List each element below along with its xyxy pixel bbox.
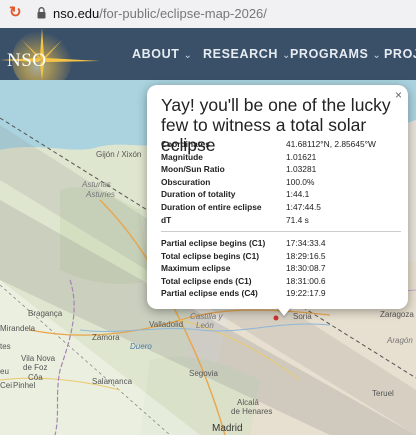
- place-label: Mirandela: [0, 324, 36, 333]
- region-label: Asturies: [86, 190, 115, 199]
- detail-label: Coordinates: [161, 139, 210, 149]
- nav-research[interactable]: RESEARCH ⌄: [203, 47, 291, 61]
- site-header: NSO ABOUT⌄ RESEARCH⌄ PROGRAMS⌄ PROJE: [0, 28, 416, 90]
- eclipse-info-popup: × Yay! you'll be one of the lucky few to…: [147, 85, 408, 309]
- detail-row: Duration of totality 1:44.1: [161, 189, 401, 202]
- popup-pointer: [276, 306, 292, 316]
- detail-value: 41.68112°N, 2.85645°W: [286, 139, 376, 149]
- detail-row: dT 71.4 s: [161, 215, 401, 228]
- time-row: Maximum eclipse 18:30:08.7: [161, 263, 401, 276]
- detail-row: Moon/Sun Ratio 1.03281: [161, 164, 401, 177]
- divider: [161, 231, 401, 232]
- place-label: Segovia: [189, 369, 218, 378]
- nso-logo[interactable]: NSO: [0, 28, 104, 90]
- time-value: 18:29:16.5: [286, 250, 326, 261]
- detail-value: 100.0%: [286, 176, 315, 187]
- detail-row: Coordinates 41.68112°N, 2.85645°W: [161, 139, 401, 152]
- place-label: Vila Nova: [21, 354, 56, 363]
- region-label: Castilla y: [190, 312, 223, 321]
- detail-row: Magnitude 1.01621: [161, 152, 401, 165]
- place-label: Valladolid: [149, 320, 184, 329]
- time-label: Total eclipse ends (C1): [161, 275, 252, 286]
- detail-value: 1.01621: [286, 151, 317, 162]
- place-label: tes: [0, 342, 11, 351]
- url-path: /for-public/eclipse-map-2026/: [99, 6, 267, 21]
- detail-label: dT: [161, 214, 172, 225]
- detail-value: 1:47:44.5: [286, 201, 321, 212]
- chevron-down-icon: ⌄: [183, 50, 193, 61]
- eclipse-details: Coordinates 41.68112°N, 2.85645°W Magnitu…: [161, 139, 401, 227]
- nav-projects[interactable]: PROJE: [384, 47, 416, 61]
- time-value: 18:31:00.6: [286, 275, 326, 286]
- place-label: Alcalá: [237, 398, 259, 407]
- time-row: Total eclipse begins (C1) 18:29:16.5: [161, 251, 401, 264]
- detail-label: Obscuration: [161, 176, 211, 187]
- place-label: eu: [0, 367, 9, 376]
- logo-text: NSO: [7, 50, 47, 71]
- lock-icon: [37, 7, 46, 19]
- time-label: Total eclipse begins (C1): [161, 250, 260, 261]
- place-label: Pinhel: [13, 381, 36, 390]
- place-label: de Foz: [23, 363, 48, 372]
- time-value: 19:22:17.9: [286, 288, 326, 299]
- nav-about-label: ABOUT: [132, 47, 180, 61]
- place-label: Zamora: [92, 333, 120, 342]
- time-label: Partial eclipse ends (C4): [161, 288, 258, 299]
- address-text[interactable]: nso.edu/for-public/eclipse-map-2026/: [53, 6, 267, 21]
- time-row: Partial eclipse ends (C4) 19:22:17.9: [161, 288, 401, 301]
- place-label: Salamanca: [92, 377, 133, 386]
- place-label: Gijón / Xixón: [96, 150, 142, 159]
- place-label: de Henares: [231, 407, 273, 416]
- region-label: León: [196, 321, 214, 330]
- time-label: Maximum eclipse: [161, 263, 231, 274]
- time-value: 17:34:33.4: [286, 238, 326, 248]
- place-label: Bragança: [28, 309, 63, 318]
- place-label: Zaragoza: [380, 310, 414, 319]
- detail-label: Magnitude: [161, 151, 203, 162]
- nav-programs-label: PROGRAMS: [290, 47, 369, 61]
- time-value: 18:30:08.7: [286, 263, 326, 274]
- detail-value: 1.03281: [286, 164, 317, 175]
- detail-label: Duration of totality: [161, 189, 236, 200]
- url-host: nso.edu: [53, 6, 100, 21]
- chevron-down-icon: ⌄: [372, 50, 382, 61]
- nav-about[interactable]: ABOUT ⌄: [132, 47, 192, 61]
- place-label: Soria: [293, 312, 312, 321]
- detail-row: Obscuration 100.0%: [161, 177, 401, 190]
- time-label: Partial eclipse begins (C1): [161, 238, 266, 248]
- capital-label: Madrid: [212, 423, 243, 434]
- detail-value: 71.4 s: [286, 214, 309, 225]
- place-label: Teruel: [372, 389, 394, 398]
- nav-research-label: RESEARCH: [203, 47, 278, 61]
- detail-row: Duration of entire eclipse 1:47:44.5: [161, 202, 401, 215]
- detail-value: 1:44.1: [286, 189, 310, 200]
- nav-projects-label: PROJE: [384, 47, 416, 61]
- eclipse-timeline: Partial eclipse begins (C1) 17:34:33.4 To…: [161, 238, 401, 301]
- region-label: Aragón: [387, 336, 413, 345]
- nav-programs[interactable]: PROGRAMS ⌄: [290, 47, 381, 61]
- river-label: Duero: [130, 342, 152, 351]
- browser-url-bar[interactable]: ↻ nso.edu/for-public/eclipse-map-2026/: [0, 0, 416, 29]
- region-label: Asturias: [82, 180, 111, 189]
- time-row: Total eclipse ends (C1) 18:31:00.6: [161, 276, 401, 289]
- reload-icon[interactable]: ↻: [9, 5, 25, 21]
- time-row: Partial eclipse begins (C1) 17:34:33.4: [161, 238, 401, 251]
- detail-label: Moon/Sun Ratio: [161, 164, 225, 175]
- place-label: Cei: [0, 381, 13, 390]
- detail-label: Duration of entire eclipse: [161, 201, 262, 212]
